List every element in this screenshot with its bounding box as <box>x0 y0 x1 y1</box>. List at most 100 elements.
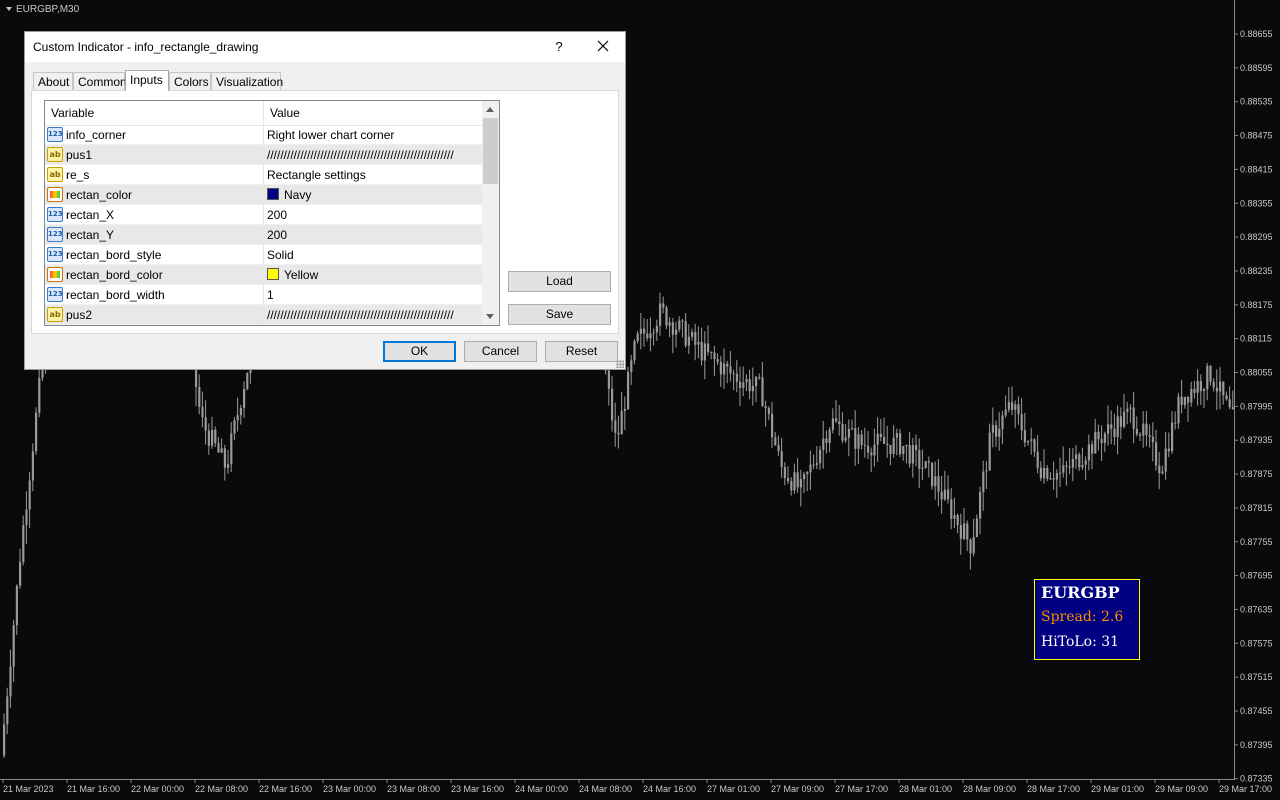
price-tick-label: 0.88535 <box>1240 97 1273 107</box>
candle-body <box>31 451 34 481</box>
candle-body <box>646 333 649 339</box>
tab-about[interactable]: About <box>33 72 73 90</box>
candle-body <box>857 434 860 449</box>
info-symbol: EURGBP <box>1041 583 1120 602</box>
close-button[interactable] <box>591 36 615 58</box>
variable-value: 1 <box>267 288 274 302</box>
candle-body <box>1148 435 1151 437</box>
price-tick-label: 0.88355 <box>1240 198 1273 208</box>
candle-body <box>1142 423 1145 436</box>
time-tick-label: 28 Mar 09:00 <box>963 784 1016 794</box>
variable-value-cell[interactable]: Right lower chart corner <box>267 128 479 142</box>
candle-body <box>774 437 777 446</box>
cell-separator <box>263 185 264 205</box>
candle-body <box>1196 381 1199 393</box>
variable-value-cell[interactable]: 1 <box>267 288 479 302</box>
inputs-panel: Variable Value 123 info_corner Right lower… <box>31 90 619 334</box>
candle-body <box>940 491 943 500</box>
scroll-up-button[interactable] <box>482 101 499 118</box>
cancel-button[interactable]: Cancel <box>464 341 537 362</box>
candle-body <box>1091 444 1094 454</box>
tab-visualization[interactable]: Visualization <box>211 72 283 90</box>
candle-body <box>38 377 41 413</box>
candle-body <box>1123 411 1126 427</box>
input-row-rectan-bord-width[interactable]: 123 rectan_bord_width 1 <box>45 285 483 305</box>
input-row-info-corner[interactable]: 123 info_corner Right lower chart corner <box>45 125 483 145</box>
candle-body <box>1209 365 1212 382</box>
variable-value-cell[interactable]: ////////////////////////////////////////… <box>267 308 479 322</box>
candle-body <box>844 437 847 441</box>
candle-body <box>956 515 959 525</box>
scroll-down-button[interactable] <box>482 308 499 325</box>
candle-body <box>889 444 892 454</box>
tab-common[interactable]: Common <box>73 72 127 90</box>
candle-body <box>995 425 998 437</box>
candle-body <box>1116 416 1119 438</box>
candle-body <box>911 445 914 464</box>
time-tick-label: 29 Mar 01:00 <box>1091 784 1144 794</box>
candle-body <box>761 377 764 407</box>
candle-body <box>748 379 751 392</box>
candle-body <box>1151 436 1154 443</box>
column-separator[interactable] <box>263 101 264 125</box>
tab-inputs[interactable]: Inputs <box>125 70 169 91</box>
price-tick-label: 0.88655 <box>1240 29 1273 39</box>
candle-body <box>735 373 738 382</box>
input-row-pus1[interactable]: ab pus1 //////////////////////////////////… <box>45 145 483 165</box>
scroll-thumb[interactable] <box>483 118 498 184</box>
candle-body <box>687 336 690 346</box>
input-row-rectan-X[interactable]: 123 rectan_X 200 <box>45 205 483 225</box>
input-row-pus2[interactable]: ab pus2 //////////////////////////////////… <box>45 305 483 325</box>
variable-name: pus1 <box>66 148 93 162</box>
column-header-variable[interactable]: Variable <box>51 106 94 120</box>
variable-value-cell[interactable]: Navy <box>267 188 479 202</box>
candle-body <box>1059 472 1062 474</box>
candle-body <box>1145 423 1148 436</box>
help-button[interactable]: ? <box>547 36 571 58</box>
candle-body <box>1139 434 1142 436</box>
variable-value-cell[interactable]: Yellow <box>267 268 479 282</box>
dialog-titlebar[interactable]: Custom Indicator - info_rectangle_drawin… <box>25 32 625 62</box>
candle-body <box>972 537 975 554</box>
resize-grip-icon[interactable] <box>616 360 624 368</box>
variable-value-cell[interactable]: Rectangle settings <box>267 168 479 182</box>
candle-body <box>1065 465 1068 467</box>
input-row-rectan-bord-style[interactable]: 123 rectan_bord_style Solid <box>45 245 483 265</box>
reset-button[interactable]: Reset <box>545 341 618 362</box>
chart-symbol-label[interactable]: EURGBP,M30 <box>6 4 79 15</box>
save-button[interactable]: Save <box>508 304 611 325</box>
candle-body <box>614 420 617 433</box>
candle-body <box>751 385 754 392</box>
candle-body <box>892 437 895 454</box>
variable-value-cell[interactable]: 200 <box>267 228 479 242</box>
candle-body <box>879 433 882 437</box>
candle-body <box>796 472 799 488</box>
candle-body <box>1222 381 1225 396</box>
tab-colors[interactable]: Colors <box>169 72 211 90</box>
time-tick-label: 22 Mar 16:00 <box>259 784 312 794</box>
candle-body <box>243 389 246 408</box>
candle-body <box>1119 416 1122 427</box>
candle-body <box>1027 440 1030 443</box>
column-header-value[interactable]: Value <box>270 106 300 120</box>
candle-body <box>697 341 700 345</box>
candle-body <box>1228 399 1231 408</box>
input-row-rectan-bord-color[interactable]: rectan_bord_color Yellow <box>45 265 483 285</box>
symbol-dropdown-icon[interactable] <box>6 7 12 12</box>
variable-value-cell[interactable]: ////////////////////////////////////////… <box>267 148 479 162</box>
input-row-rectan-Y[interactable]: 123 rectan_Y 200 <box>45 225 483 245</box>
candle-body <box>771 413 774 438</box>
load-button[interactable]: Load <box>508 271 611 292</box>
number-type-icon: 123 <box>47 207 63 222</box>
input-row-re-s[interactable]: ab re_s Rectangle settings <box>45 165 483 185</box>
ok-button[interactable]: OK <box>383 341 456 362</box>
candle-body <box>1231 407 1234 410</box>
input-row-rectan-color[interactable]: rectan_color Navy <box>45 185 483 205</box>
candle-body <box>873 444 876 456</box>
variable-value-cell[interactable]: 200 <box>267 208 479 222</box>
close-icon <box>597 40 609 52</box>
grid-scrollbar[interactable] <box>482 101 499 325</box>
price-tick-label: 0.88115 <box>1240 334 1272 344</box>
variable-value-cell[interactable]: Solid <box>267 248 479 262</box>
candle-body <box>812 464 815 466</box>
